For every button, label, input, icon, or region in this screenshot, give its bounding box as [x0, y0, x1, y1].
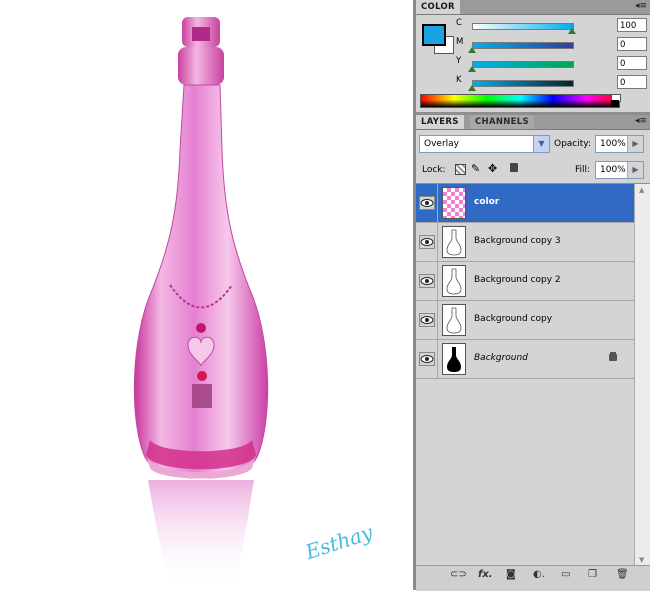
- chevron-down-icon[interactable]: ▼: [533, 136, 549, 152]
- layer-row[interactable]: Background: [416, 340, 634, 379]
- blend-mode-select[interactable]: Overlay ▼: [419, 135, 550, 153]
- adjustment-layer-icon[interactable]: ◐.: [533, 569, 545, 580]
- lock-position-icon[interactable]: ✥: [488, 162, 497, 175]
- layers-scrollbar[interactable]: ▲ ▼: [634, 184, 650, 566]
- layer-row[interactable]: color: [416, 184, 634, 223]
- scroll-up-icon[interactable]: ▲: [639, 186, 644, 194]
- link-layers-icon[interactable]: ⊂⊃: [450, 569, 467, 580]
- document-canvas[interactable]: Esthay: [0, 0, 413, 590]
- channel-value-input[interactable]: 0: [617, 56, 647, 70]
- slider-thumb-icon[interactable]: [468, 85, 476, 91]
- opacity-input[interactable]: 100% ▶: [595, 135, 644, 153]
- layer-name: Background: [474, 353, 528, 363]
- ramp-black: [611, 100, 619, 107]
- channel-slider-track[interactable]: [472, 61, 574, 68]
- tab-color[interactable]: COLOR: [416, 0, 460, 14]
- layer-name: Background copy 3: [474, 236, 561, 246]
- layers-bottom-bar: ⊂⊃ fx. ◙ ◐. ▭ ❐ 🗑: [416, 565, 650, 591]
- scroll-down-icon[interactable]: ▼: [639, 556, 644, 564]
- foreground-swatch[interactable]: [422, 24, 446, 46]
- layer-thumbnail: [442, 343, 466, 375]
- layer-row[interactable]: Background copy 2: [416, 262, 634, 301]
- lock-all-icon[interactable]: [510, 163, 518, 172]
- slider-thumb-icon[interactable]: [468, 47, 476, 53]
- layer-name: color: [474, 197, 500, 207]
- color-ramp[interactable]: [420, 94, 620, 108]
- fx-icon[interactable]: fx.: [478, 569, 493, 580]
- lock-icon: [609, 354, 617, 361]
- row-divider: [437, 223, 438, 261]
- visibility-eye-icon[interactable]: [419, 313, 435, 327]
- row-divider: [437, 262, 438, 300]
- visibility-eye-icon[interactable]: [419, 352, 435, 366]
- layer-thumbnail: [442, 226, 466, 258]
- new-group-icon[interactable]: ▭: [561, 569, 570, 580]
- color-panel-tabbar: COLOR ◂≡: [416, 0, 650, 15]
- row-divider: [437, 340, 438, 378]
- opacity-value: 100%: [600, 139, 626, 149]
- layer-thumbnail: [442, 304, 466, 336]
- trash-icon[interactable]: 🗑: [616, 569, 629, 580]
- new-layer-icon[interactable]: ❐: [588, 569, 597, 580]
- layers-panel-tabbar: LAYERS CHANNELS ◂≡: [416, 115, 650, 130]
- row-divider: [437, 184, 438, 222]
- channel-label: Y: [456, 56, 462, 66]
- visibility-eye-icon[interactable]: [419, 235, 435, 249]
- slider-thumb-icon[interactable]: [468, 66, 476, 72]
- panel-dock: COLOR ◂≡ C100%M0%Y0%K0% LAYERS CHANNELS …: [416, 0, 650, 591]
- channel-slider-track[interactable]: [472, 42, 574, 49]
- perfume-bottle-artwork: Esthay: [133, 17, 377, 590]
- layer-row[interactable]: Background copy: [416, 301, 634, 340]
- layer-row[interactable]: Background copy 3: [416, 223, 634, 262]
- channel-label: K: [456, 75, 462, 85]
- fill-input[interactable]: 100% ▶: [595, 161, 644, 179]
- visibility-eye-icon[interactable]: [419, 274, 435, 288]
- channel-value-input[interactable]: 100: [617, 18, 647, 32]
- tab-layers[interactable]: LAYERS: [416, 115, 464, 129]
- layer-name: Background copy: [474, 314, 553, 324]
- opacity-label: Opacity:: [554, 139, 591, 149]
- panel-menu-icon[interactable]: ◂≡: [635, 116, 647, 126]
- channel-value-input[interactable]: 0: [617, 37, 647, 51]
- visibility-eye-icon[interactable]: [419, 196, 435, 210]
- lock-image-pixels-icon[interactable]: ✎: [471, 162, 480, 175]
- blend-mode-value: Overlay: [424, 139, 459, 149]
- layers-list: color Background copy 3 Background copy 2 B…: [416, 183, 650, 566]
- channel-value-input[interactable]: 0: [617, 75, 647, 89]
- chevron-right-icon[interactable]: ▶: [627, 136, 643, 152]
- lock-transparent-pixels-icon[interactable]: [455, 164, 466, 175]
- layer-name: Background copy 2: [474, 275, 561, 285]
- slider-thumb-icon[interactable]: [568, 28, 576, 34]
- row-divider: [437, 301, 438, 339]
- channel-label: C: [456, 18, 462, 28]
- layer-thumbnail: [442, 265, 466, 297]
- channel-label: M: [456, 37, 464, 47]
- tab-channels[interactable]: CHANNELS: [470, 115, 534, 129]
- layer-thumbnail: [442, 187, 466, 219]
- add-mask-icon[interactable]: ◙: [506, 569, 516, 580]
- artist-signature: Esthay: [302, 520, 377, 565]
- fill-label: Fill:: [575, 165, 591, 175]
- channel-slider-track[interactable]: [472, 23, 574, 30]
- lock-label: Lock:: [422, 165, 446, 175]
- channel-slider-track[interactable]: [472, 80, 574, 87]
- fill-value: 100%: [600, 165, 626, 175]
- panel-menu-icon[interactable]: ◂≡: [635, 1, 647, 11]
- chevron-right-icon[interactable]: ▶: [627, 162, 643, 178]
